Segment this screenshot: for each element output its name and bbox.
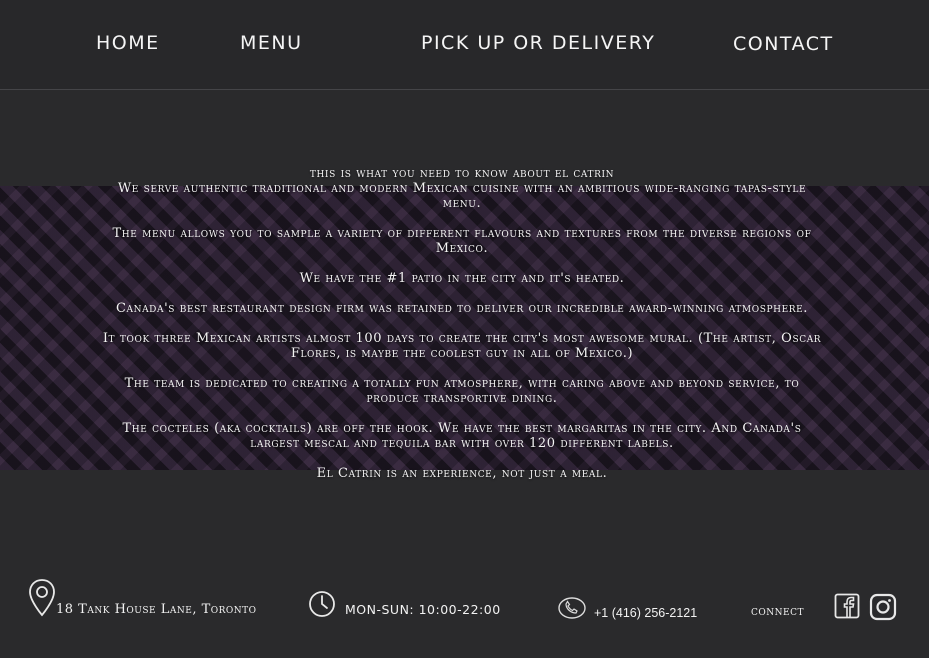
- footer-address: 18 Tank House Lane, Toronto: [56, 602, 257, 617]
- nav-home-link[interactable]: HOME: [96, 32, 160, 54]
- about-paragraph: The team is dedicated to creating a tota…: [124, 376, 800, 406]
- footer-phone[interactable]: +1 (416) 256-2121: [594, 606, 697, 620]
- instagram-icon[interactable]: [869, 593, 897, 621]
- nav-contact-link[interactable]: CONTACT: [733, 33, 834, 55]
- location-pin-icon: [28, 578, 56, 618]
- phone-icon: [557, 596, 587, 620]
- nav-pickup-delivery-link[interactable]: PICK UP OR DELIVERY: [421, 32, 655, 54]
- about-paragraph: The menu allows you to sample a variety …: [112, 226, 812, 256]
- about-paragraph: It took three Mexican artists almost 100…: [102, 331, 822, 361]
- about-paragraph: El Catrin is an experience, not just a m…: [316, 466, 608, 481]
- about-section: this is what you need to know about el c…: [100, 166, 824, 496]
- footer: 18 Tank House Lane, Toronto MON-SUN: 10:…: [0, 570, 929, 658]
- about-paragraph: The cocteles (aka cocktails) are off the…: [122, 421, 802, 451]
- about-title: this is what you need to know about el c…: [309, 166, 615, 181]
- facebook-icon[interactable]: [834, 593, 860, 619]
- about-paragraph: We serve authentic traditional and moder…: [117, 181, 807, 211]
- connect-label: connect: [751, 604, 804, 619]
- footer-hours: MON-SUN: 10:00-22:00: [345, 602, 501, 617]
- about-paragraph: We have the #1 patio in the city and it'…: [299, 271, 625, 286]
- top-navigation: HOME MENU PICK UP OR DELIVERY CONTACT: [0, 0, 929, 90]
- nav-menu-link[interactable]: MENU: [240, 32, 303, 54]
- about-paragraph: Canada's best restaurant design firm was…: [115, 301, 809, 316]
- clock-icon: [308, 590, 336, 618]
